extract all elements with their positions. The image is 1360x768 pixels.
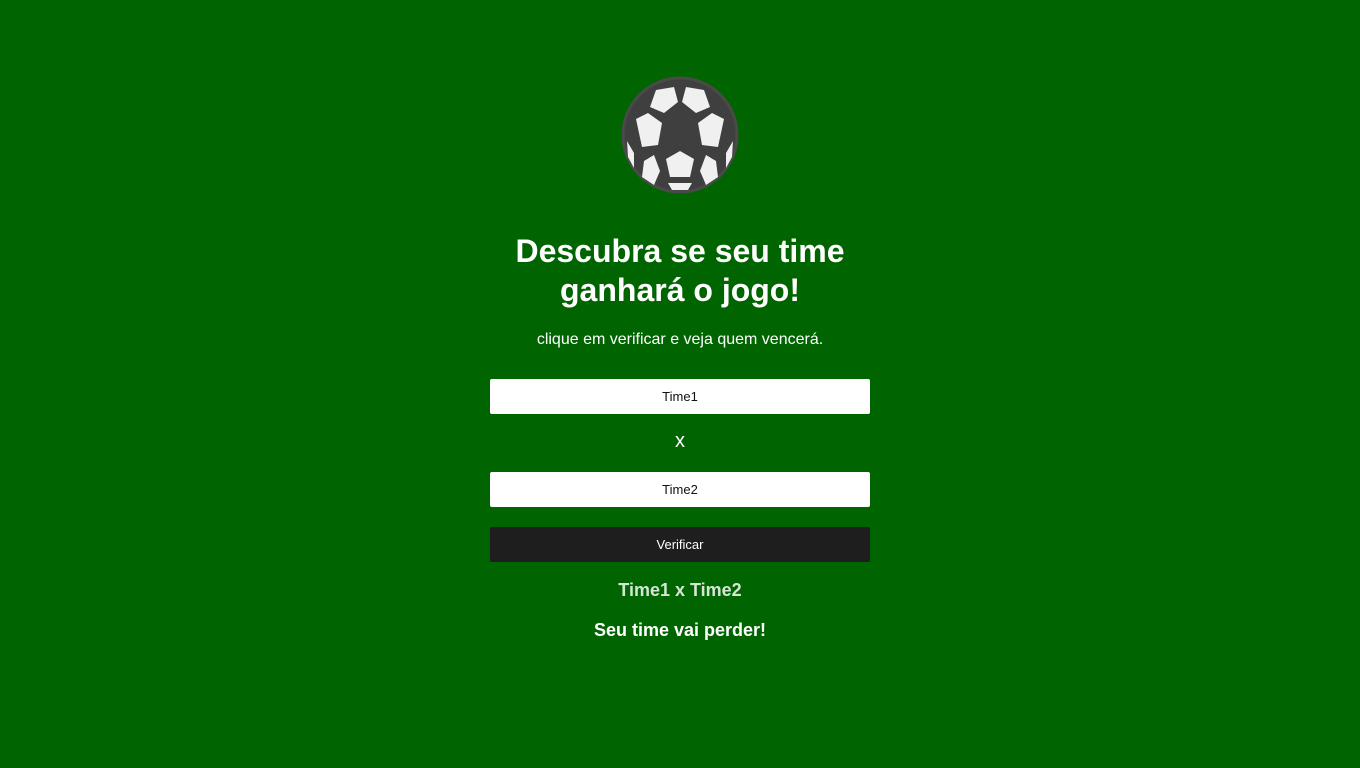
matchup-text: Time1 x Time2	[618, 580, 742, 600]
verify-button[interactable]: Verificar	[490, 527, 870, 562]
soccer-ball-icon	[621, 76, 739, 194]
team2-input[interactable]	[490, 472, 870, 507]
team1-input[interactable]	[490, 379, 870, 414]
page: Descubra se seu time ganhará o jogo! cli…	[0, 0, 1360, 768]
subtitle: clique em verificar e veja quem vencerá.	[536, 331, 824, 348]
result-message: Seu time vai perder!	[593, 620, 767, 640]
page-title: Descubra se seu time ganhará o jogo!	[515, 233, 845, 308]
versus-label: x	[675, 430, 685, 452]
